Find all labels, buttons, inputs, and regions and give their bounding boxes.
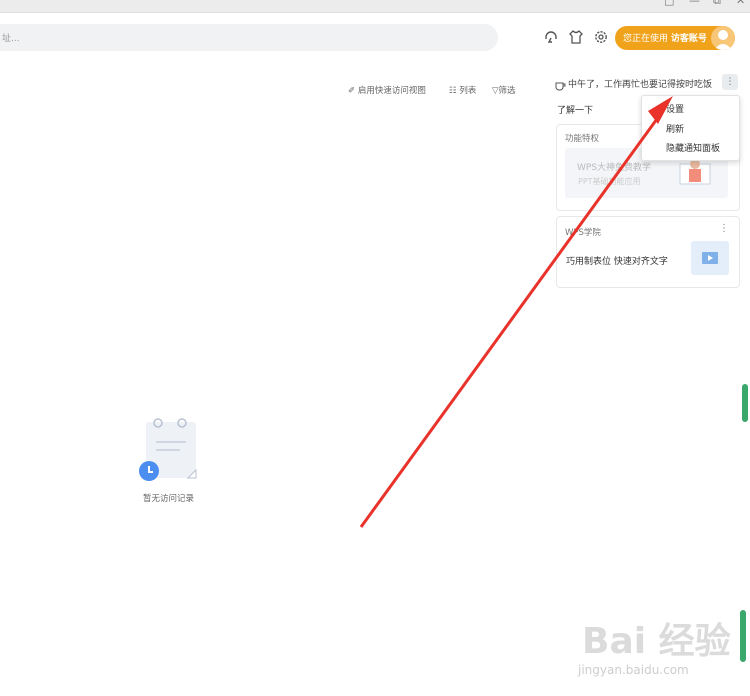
annotation-arrow — [359, 96, 673, 528]
